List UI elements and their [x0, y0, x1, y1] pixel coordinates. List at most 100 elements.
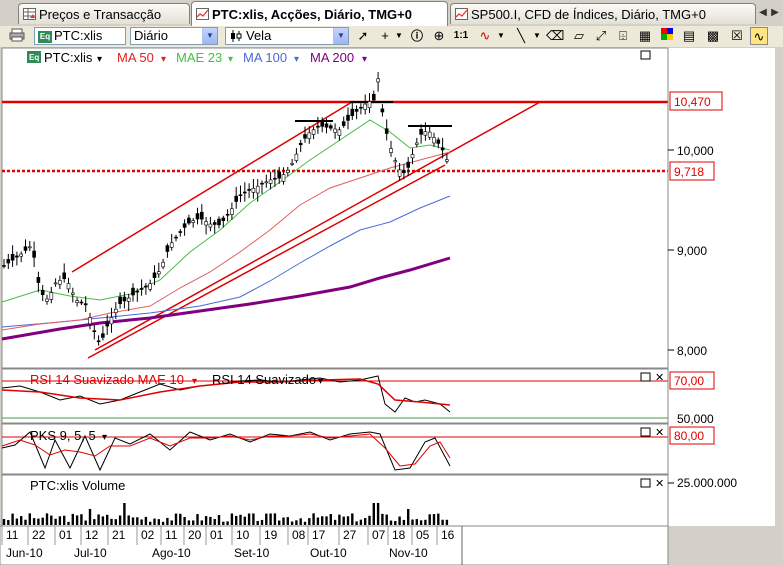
highlight-icon[interactable]: ∿: [750, 27, 768, 45]
candle-body: [187, 217, 191, 224]
rsi-title-2-dropdown-icon[interactable]: ▾: [318, 376, 323, 387]
pks-close-icon[interactable]: ✕: [655, 427, 664, 439]
candle-body: [45, 298, 49, 302]
chart-style-select[interactable]: Vela ▼: [225, 27, 349, 45]
volume-maximize-icon[interactable]: [640, 478, 651, 488]
price-panel-maximize-icon[interactable]: [640, 50, 651, 60]
dropdown-arrow-icon[interactable]: ▼: [390, 27, 408, 45]
candle-body: [436, 139, 441, 144]
rsi-dropdown-icon[interactable]: ▾: [192, 376, 197, 387]
symbol-field[interactable]: Eq PTC:xlis: [34, 27, 126, 45]
volume-title: PTC:xlis Volume: [30, 478, 125, 493]
volume-bar: [41, 517, 44, 525]
x-tick-day: 17: [312, 528, 326, 542]
tab-scroll-left-icon[interactable]: ◀: [757, 6, 769, 20]
x-tick-day: 01: [210, 528, 224, 542]
dropdown-arrow-icon[interactable]: ▼: [492, 27, 510, 45]
candle-body: [410, 154, 415, 159]
candle-body: [384, 128, 389, 134]
volume-bar: [28, 513, 31, 525]
volume-bar: [230, 513, 234, 525]
print-icon[interactable]: [8, 28, 26, 46]
candle-body: [273, 177, 277, 180]
volume-bar: [213, 519, 216, 525]
candle-body: [445, 159, 449, 162]
legend-ma50[interactable]: MA 50: [117, 50, 154, 65]
zoom-1-1-icon[interactable]: 1:1: [452, 27, 470, 45]
volume-bar: [63, 515, 66, 525]
pks-maximize-icon[interactable]: [640, 427, 651, 437]
legend-ma50-dropdown-icon[interactable]: ▾: [161, 54, 166, 65]
candle-body: [19, 253, 24, 257]
volume-bar: [372, 503, 375, 525]
bars-icon[interactable]: ▤: [680, 27, 698, 45]
volume-bar: [187, 520, 191, 525]
volume-bar: [286, 517, 289, 525]
legend-mae23-dropdown-icon[interactable]: ▾: [228, 54, 233, 65]
color-icon[interactable]: [658, 27, 676, 45]
volume-bar: [407, 509, 410, 525]
rsi-maximize-icon[interactable]: [640, 372, 651, 382]
chevron-down-icon[interactable]: ▼: [202, 28, 217, 44]
legend-ma200[interactable]: MA 200: [310, 50, 354, 65]
legend-mae23[interactable]: MAE 23: [176, 50, 222, 65]
volume-bar: [282, 517, 285, 525]
volume-bar: [312, 513, 315, 525]
candle-body: [320, 120, 325, 127]
rsi-title: RSI 14 Suavizado MAE 10: [30, 372, 184, 387]
chevron-down-icon[interactable]: ▼: [333, 28, 348, 44]
tab-quotes[interactable]: Preços e Transacção: [18, 3, 190, 24]
legend-ma100-dropdown-icon[interactable]: ▾: [294, 54, 299, 65]
volume-bar: [316, 517, 320, 525]
volume-bar: [355, 521, 358, 525]
volume-bar: [222, 521, 225, 525]
tab-sp500-chart[interactable]: SP500.I, CFD de Índices, Diário, TMG+0: [450, 3, 756, 24]
fullscreen-icon[interactable]: ⤢: [592, 27, 610, 45]
period-select[interactable]: Diário ▼: [130, 27, 218, 45]
legend-ma100[interactable]: MA 100: [243, 50, 287, 65]
tab-ptc-chart[interactable]: PTC:xlis, Acções, Diário, TMG+0: [191, 1, 448, 26]
volume-bar: [389, 520, 393, 525]
info-icon[interactable]: ⓘ: [408, 27, 426, 45]
volume-bar: [144, 516, 148, 525]
volume-bar: [398, 516, 401, 525]
ruler-icon[interactable]: ▱: [570, 27, 588, 45]
volume-bar: [235, 515, 238, 525]
price-panel[interactable]: [1, 47, 669, 369]
candle-body: [255, 185, 260, 194]
volume-bar: [415, 519, 418, 525]
rsi-close-icon[interactable]: ✕: [655, 372, 664, 384]
volume-bar: [428, 514, 431, 525]
calendar-icon[interactable]: ▦: [636, 27, 654, 45]
candle-body: [161, 261, 165, 268]
volume-bar: [170, 520, 173, 525]
close-chart-icon[interactable]: ☒: [728, 27, 746, 45]
volume-bar: [93, 519, 96, 525]
candle-body: [311, 129, 316, 135]
legend-ma200-dropdown-icon[interactable]: ▾: [362, 54, 367, 65]
grid-icon[interactable]: ▩: [704, 27, 722, 45]
eraser-icon[interactable]: ⌫: [546, 27, 564, 45]
volume-bar: [15, 518, 19, 525]
template-icon[interactable]: ⌹: [614, 27, 632, 45]
legend-dropdown-icon[interactable]: ▾: [97, 54, 102, 65]
magnify-icon[interactable]: ⊕: [430, 27, 448, 45]
chart-canvas[interactable]: Eq PTC:xlis ▾ MA 50 ▾ MAE 23 ▾ MA 100 ▾ …: [0, 47, 783, 565]
pks-dropdown-icon[interactable]: ▾: [102, 432, 107, 443]
volume-bar: [226, 521, 229, 525]
candle-body: [109, 317, 114, 325]
volume-close-icon[interactable]: ✕: [655, 478, 664, 490]
candle-body: [341, 121, 346, 126]
legend-badge-text: Eq: [29, 53, 39, 62]
volume-bar: [265, 513, 268, 525]
candle-body: [371, 93, 376, 101]
volume-bar: [24, 519, 27, 525]
right-scrollbar[interactable]: [775, 48, 783, 526]
dropdown-arrow-icon[interactable]: ▼: [528, 27, 546, 45]
cursor-arrow-icon[interactable]: ➚: [354, 27, 372, 45]
volume-bar: [45, 513, 49, 525]
candle-body: [2, 265, 6, 267]
x-tick-month: Set-10: [234, 546, 270, 560]
candle-body: [414, 142, 419, 145]
tab-scroll-right-icon[interactable]: ▶: [769, 6, 781, 20]
